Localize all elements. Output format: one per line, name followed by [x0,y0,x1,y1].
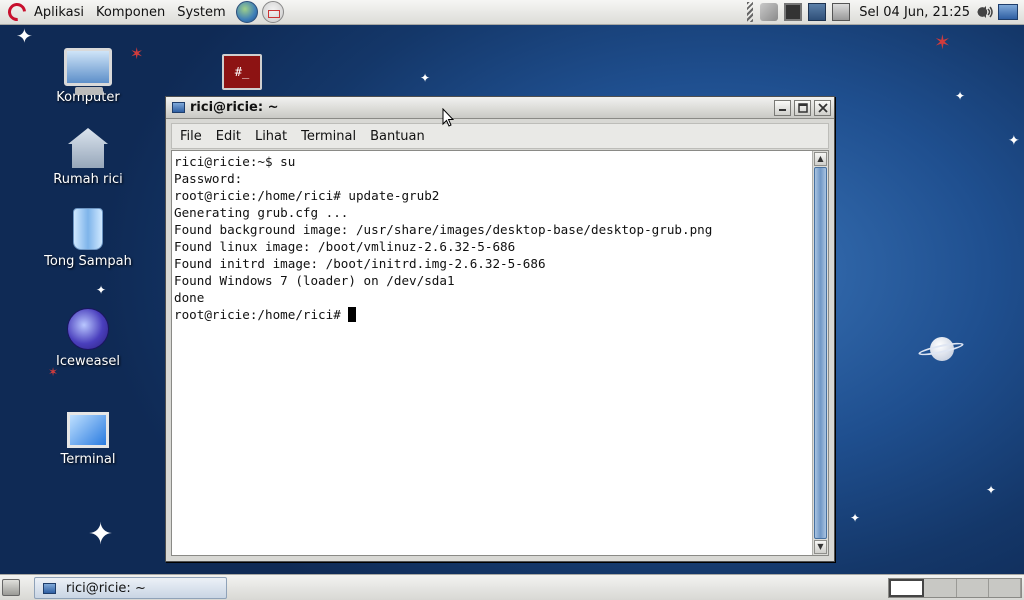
vertical-scrollbar[interactable]: ▲ ▼ [812,151,828,555]
star-decoration: ✦ [850,511,861,525]
network-icon[interactable] [808,3,827,21]
window-icon [172,102,185,113]
desktop-icon-trash[interactable]: Tong Sampah [33,208,143,269]
terminal-line: Found Windows 7 (loader) on /dev/sda1 [174,273,455,288]
desktop-icon-terminal[interactable]: Terminal [33,412,143,467]
debian-logo-icon[interactable] [4,0,30,25]
window-icon [43,582,56,594]
window-title: rici@ricie: ~ [190,100,279,115]
terminal-prompt: root@ricie:/home/rici# [174,307,349,322]
workspace-3[interactable] [956,579,989,597]
menu-terminal[interactable]: Terminal [293,129,362,144]
iceweasel-icon [67,308,109,350]
computer-icon [64,48,112,95]
terminal-window: rici@ricie: ~ File Edit Lihat Terminal B… [165,96,835,562]
taskbar-window-button[interactable]: rici@ricie: ~ [34,577,227,599]
terminal-line: done [174,290,205,305]
terminal-line: Found background image: /usr/share/image… [174,222,713,237]
desktop-icon-label: Tong Sampah [44,254,132,269]
home-folder-icon [68,128,108,168]
bottom-panel: rici@ricie: ~ [0,574,1024,600]
scrollbar-thumb[interactable] [814,167,827,539]
star-decoration: ✶ [934,30,951,54]
taskbar-window-label: rici@ricie: ~ [66,580,146,596]
menu-applications[interactable]: Aplikasi [28,5,90,20]
star-decoration: ✦ [420,71,431,85]
workspace-switcher[interactable] [888,578,1022,598]
monitor-icon[interactable] [784,3,803,21]
terminal-line: Password: [174,171,243,186]
star-decoration: ✦ [16,24,33,48]
planet-decoration [917,335,965,363]
desktop-icon-iceweasel[interactable]: Iceweasel [33,308,143,369]
menu-system[interactable]: System [171,5,231,20]
keyring-icon[interactable] [760,3,779,21]
show-desktop-button[interactable] [2,579,20,596]
minimize-button[interactable] [774,99,791,116]
menu-file[interactable]: File [172,129,208,144]
top-panel: Aplikasi Komponen System Sel 04 Jun, 21:… [0,0,1024,25]
desktop-icon-label: Iceweasel [56,354,120,369]
scroll-up-arrow-icon[interactable]: ▲ [814,152,827,166]
trash-icon [73,208,103,250]
window-titlebar[interactable]: rici@ricie: ~ [166,97,834,119]
maximize-button[interactable] [794,99,811,116]
scroll-down-arrow-icon[interactable]: ▼ [814,540,827,554]
terminal-icon [67,412,109,448]
terminal-line: Found linux image: /boot/vmlinuz-2.6.32-… [174,239,516,254]
power-icon[interactable] [832,3,851,21]
terminal-area[interactable]: rici@ricie:~$ su Password: root@ricie:/hom… [171,150,829,556]
volume-icon[interactable] [977,3,995,21]
terminal-prompt-line[interactable]: root@ricie:/home/rici# [174,306,810,323]
terminal-line: Generating grub.cfg ... [174,205,349,220]
terminal-output[interactable]: rici@ricie:~$ su Password: root@ricie:/hom… [174,153,810,553]
desktop-icon-home[interactable]: Rumah rici [33,128,143,187]
mouse-pointer-icon [442,108,454,127]
star-decoration: ✦ [1008,133,1020,149]
star-decoration: ✦ [955,89,966,103]
menu-view[interactable]: Lihat [247,129,293,144]
tray-grip-icon[interactable] [747,2,754,22]
show-desktop-icon[interactable] [998,4,1018,20]
root-terminal-icon[interactable]: #_ [222,54,262,90]
menu-edit[interactable]: Edit [208,129,247,144]
star-decoration: ✦ [96,283,107,297]
menu-help[interactable]: Bantuan [362,129,431,144]
star-decoration: ✦ [88,517,114,552]
workspace-2[interactable] [924,579,957,597]
star-decoration: ✦ [986,483,997,497]
menu-places[interactable]: Komponen [90,5,171,20]
terminal-line: Found initrd image: /boot/initrd.img-2.6… [174,256,546,271]
terminal-line: rici@ricie:~$ su [174,154,296,169]
clock[interactable]: Sel 04 Jun, 21:25 [859,5,970,20]
close-button[interactable] [814,99,831,116]
desktop-icon-label: Rumah rici [53,172,123,187]
browser-launcher-icon[interactable] [235,1,258,23]
text-cursor [348,307,357,322]
terminal-line: root@ricie:/home/rici# update-grub2 [174,188,440,203]
mail-launcher-icon[interactable] [261,1,284,23]
workspace-4[interactable] [988,579,1021,597]
desktop-icon-computer[interactable]: Komputer [33,48,143,105]
terminal-menubar: File Edit Lihat Terminal Bantuan [171,123,829,149]
desktop-icon-label: Terminal [60,452,116,467]
workspace-1[interactable] [889,579,925,597]
